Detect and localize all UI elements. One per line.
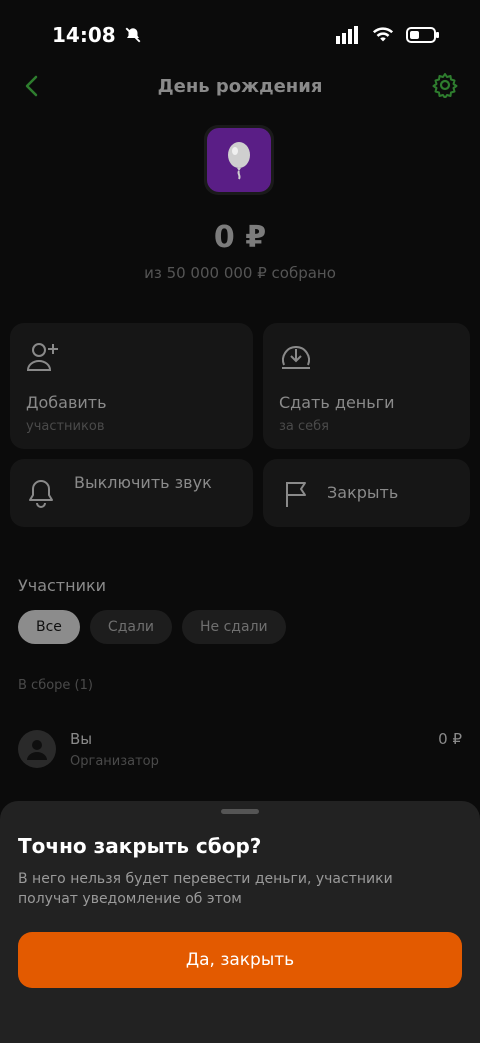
- battery-icon: [406, 27, 439, 43]
- member-role: Организатор: [70, 754, 159, 769]
- contribute-money-subtitle: за себя: [279, 419, 329, 434]
- participants-title: Участники: [18, 576, 107, 595]
- sheet-title: Точно закрыть сбор?: [18, 834, 262, 858]
- status-bar: 14:08: [0, 0, 480, 70]
- user-icon: [27, 740, 47, 760]
- cellular-icon: [336, 26, 358, 44]
- close-collection-button[interactable]: Закрыть: [263, 459, 470, 527]
- close-collection-title: Закрыть: [327, 483, 399, 502]
- participant-filters: Все Сдали Не сдали: [18, 610, 286, 644]
- add-participants-title: Добавить: [26, 393, 107, 412]
- mute-button[interactable]: Выключить звук: [10, 459, 253, 527]
- wifi-icon: [372, 27, 394, 42]
- confirm-sheet: Точно закрыть сбор? В него нельзя будет …: [0, 801, 480, 1043]
- confirm-close-button[interactable]: Да, закрыть: [18, 932, 462, 988]
- filter-not-paid[interactable]: Не сдали: [182, 610, 286, 644]
- mute-title: Выключить звук: [74, 473, 212, 492]
- group-label: В сборе (1): [18, 678, 93, 693]
- bell-muted-icon: [125, 27, 141, 43]
- download-circle-icon: [282, 346, 310, 369]
- add-participants-subtitle: участников: [26, 419, 105, 434]
- add-participants-button[interactable]: Добавить участников: [10, 323, 253, 449]
- bell-icon: [29, 480, 53, 508]
- gear-icon: [432, 73, 458, 99]
- collection-avatar: [204, 125, 274, 195]
- add-user-icon: [26, 343, 58, 371]
- collected-amount: 0 ₽: [213, 220, 267, 255]
- settings-button[interactable]: [432, 72, 458, 102]
- avatar: [18, 730, 56, 768]
- sheet-handle[interactable]: [221, 809, 259, 814]
- flag-icon: [286, 482, 306, 507]
- status-time: 14:08: [52, 23, 116, 47]
- back-button[interactable]: [22, 74, 42, 102]
- list-item[interactable]: Вы Организатор 0 ₽: [18, 726, 462, 774]
- member-name: Вы: [70, 730, 93, 748]
- member-amount: 0 ₽: [438, 730, 462, 748]
- filter-all[interactable]: Все: [18, 610, 80, 644]
- sheet-description: В него нельзя будет перевести деньги, уч…: [18, 871, 393, 907]
- goal-text: из 50 000 000 ₽ собрано: [144, 264, 336, 282]
- contribute-money-button[interactable]: Сдать деньги за себя: [263, 323, 470, 449]
- top-bar: День рождения: [0, 62, 480, 110]
- filter-paid[interactable]: Сдали: [89, 610, 173, 644]
- page-title: День рождения: [157, 75, 323, 97]
- contribute-money-title: Сдать деньги: [279, 393, 395, 412]
- chevron-left-icon: [25, 75, 38, 97]
- balloon-icon: [228, 142, 250, 180]
